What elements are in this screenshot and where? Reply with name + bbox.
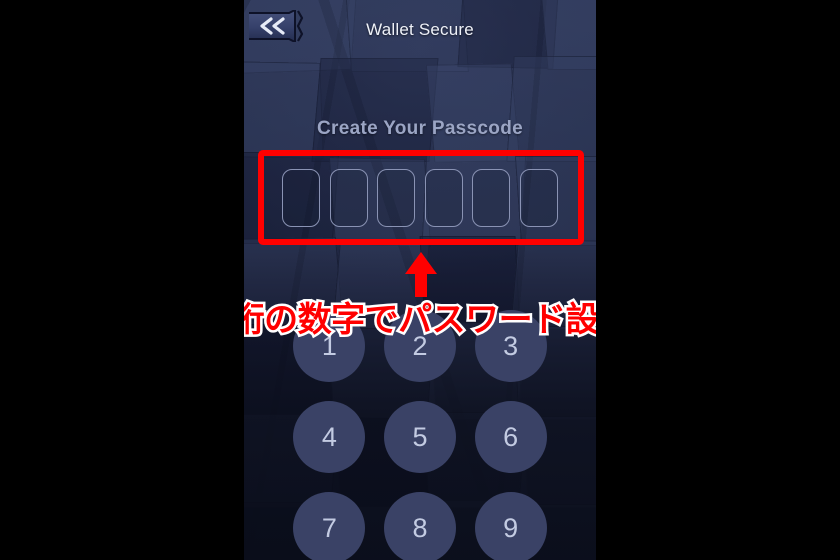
passcode-digit-box[interactable] xyxy=(519,169,558,227)
passcode-digit-box[interactable] xyxy=(329,169,368,227)
left-matte xyxy=(0,0,244,560)
keypad-key-1[interactable]: 1 xyxy=(293,310,366,382)
passcode-digit-box[interactable] xyxy=(377,169,416,227)
keypad-key-4[interactable]: 4 xyxy=(293,401,366,473)
right-matte xyxy=(596,0,840,560)
keypad-key-9[interactable]: 9 xyxy=(474,492,547,560)
page-title: Wallet Secure xyxy=(366,20,474,39)
keypad-key-6[interactable]: 6 xyxy=(474,401,547,473)
top-bar: Wallet Secure xyxy=(244,0,596,60)
numeric-keypad: 1 2 3 4 5 6 7 8 9 xyxy=(284,310,556,560)
keypad-key-2[interactable]: 2 xyxy=(383,310,456,382)
passcode-digit-box[interactable] xyxy=(424,169,463,227)
keypad-key-7[interactable]: 7 xyxy=(293,492,366,560)
screenshot-root: Wallet Secure Create Your Passcode 1 2 3… xyxy=(0,0,840,560)
passcode-heading: Create Your Passcode xyxy=(317,118,523,139)
keypad-key-5[interactable]: 5 xyxy=(383,401,456,473)
passcode-input-field[interactable] xyxy=(282,168,558,228)
keypad-key-3[interactable]: 3 xyxy=(474,310,547,382)
phone-screen: Wallet Secure Create Your Passcode 1 2 3… xyxy=(244,0,596,560)
passcode-digit-box[interactable] xyxy=(282,169,320,227)
keypad-key-8[interactable]: 8 xyxy=(383,492,456,560)
passcode-digit-box[interactable] xyxy=(472,169,511,227)
